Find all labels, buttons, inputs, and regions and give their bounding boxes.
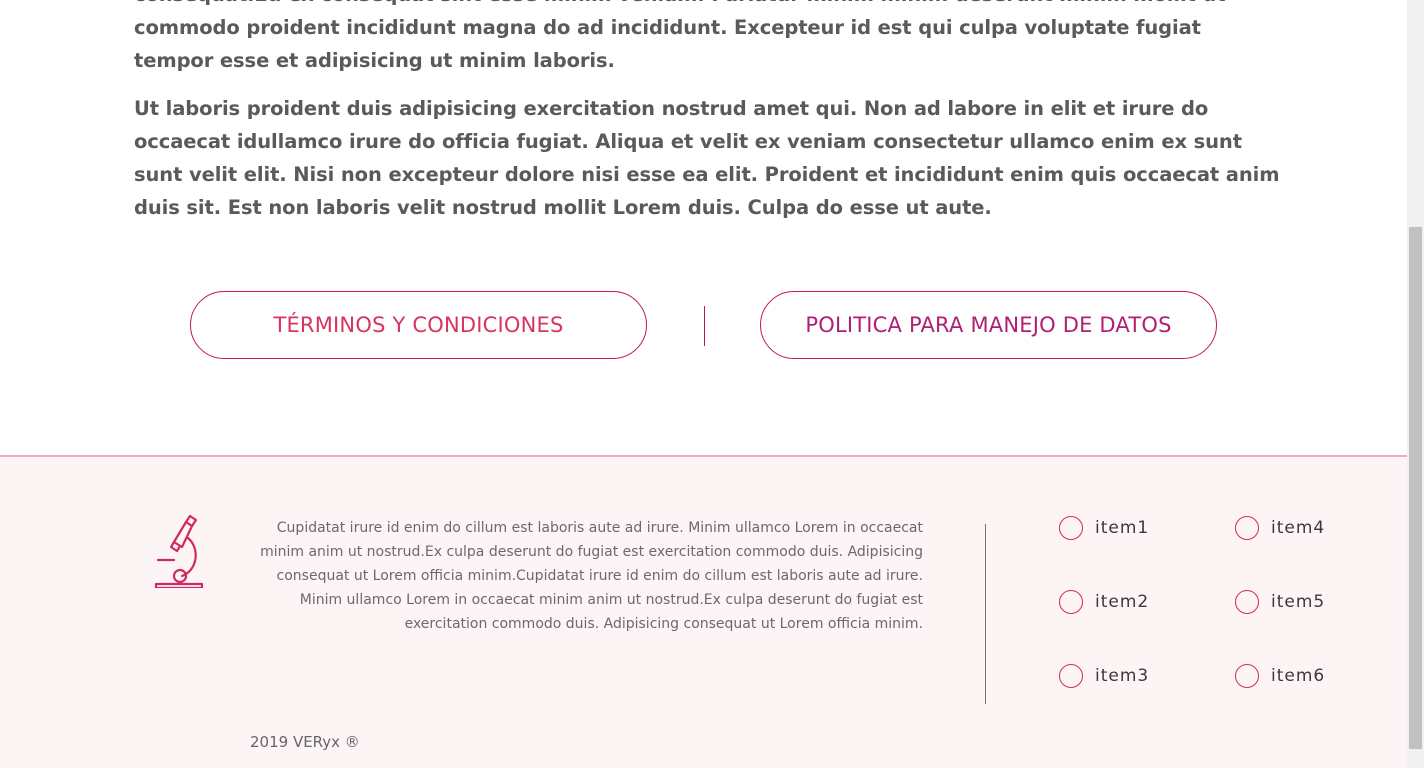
footer: Cupidatat irure id enim do cillum est la… <box>0 455 1407 768</box>
radio-circle-icon <box>1235 664 1259 688</box>
vertical-scrollbar[interactable] <box>1407 0 1424 768</box>
footer-divider <box>985 524 986 704</box>
footer-description: Cupidatat irure id enim do cillum est la… <box>260 520 923 632</box>
footer-item-label: item5 <box>1271 592 1326 612</box>
terms-and-conditions-button[interactable]: TÉRMINOS Y CONDICIONES <box>190 291 647 359</box>
data-policy-button[interactable]: POLITICA PARA MANEJO DE DATOS <box>760 291 1217 359</box>
article-body: consequat.Eu ex consequat sint esse mini… <box>134 0 1284 239</box>
footer-item-label: item2 <box>1095 592 1150 612</box>
scrollbar-thumb[interactable] <box>1409 227 1422 749</box>
footer-item-6[interactable]: item6 <box>1235 664 1325 688</box>
footer-item-5[interactable]: item5 <box>1235 590 1325 614</box>
radio-circle-icon <box>1059 590 1083 614</box>
footer-item-label: item3 <box>1095 666 1150 686</box>
footer-item-label: item6 <box>1271 666 1326 686</box>
buttons-divider <box>704 306 705 346</box>
footer-item-label: item4 <box>1271 518 1326 538</box>
footer-item-3[interactable]: item3 <box>1059 664 1149 688</box>
copyright-text: 2019 VERyx ® <box>250 733 360 751</box>
page: consequat.Eu ex consequat sint esse mini… <box>0 0 1407 768</box>
footer-item-2[interactable]: item2 <box>1059 590 1149 614</box>
microscope-icon <box>154 514 204 588</box>
radio-circle-icon <box>1059 516 1083 540</box>
article-paragraph-1: consequat.Eu ex consequat sint esse mini… <box>134 0 1226 72</box>
radio-circle-icon <box>1059 664 1083 688</box>
article-paragraph-2: Ut laboris proident duis adipisicing exe… <box>134 97 1280 219</box>
footer-item-label: item1 <box>1095 518 1150 538</box>
footer-item-1[interactable]: item1 <box>1059 516 1149 540</box>
footer-item-4[interactable]: item4 <box>1235 516 1325 540</box>
radio-circle-icon <box>1235 590 1259 614</box>
radio-circle-icon <box>1235 516 1259 540</box>
